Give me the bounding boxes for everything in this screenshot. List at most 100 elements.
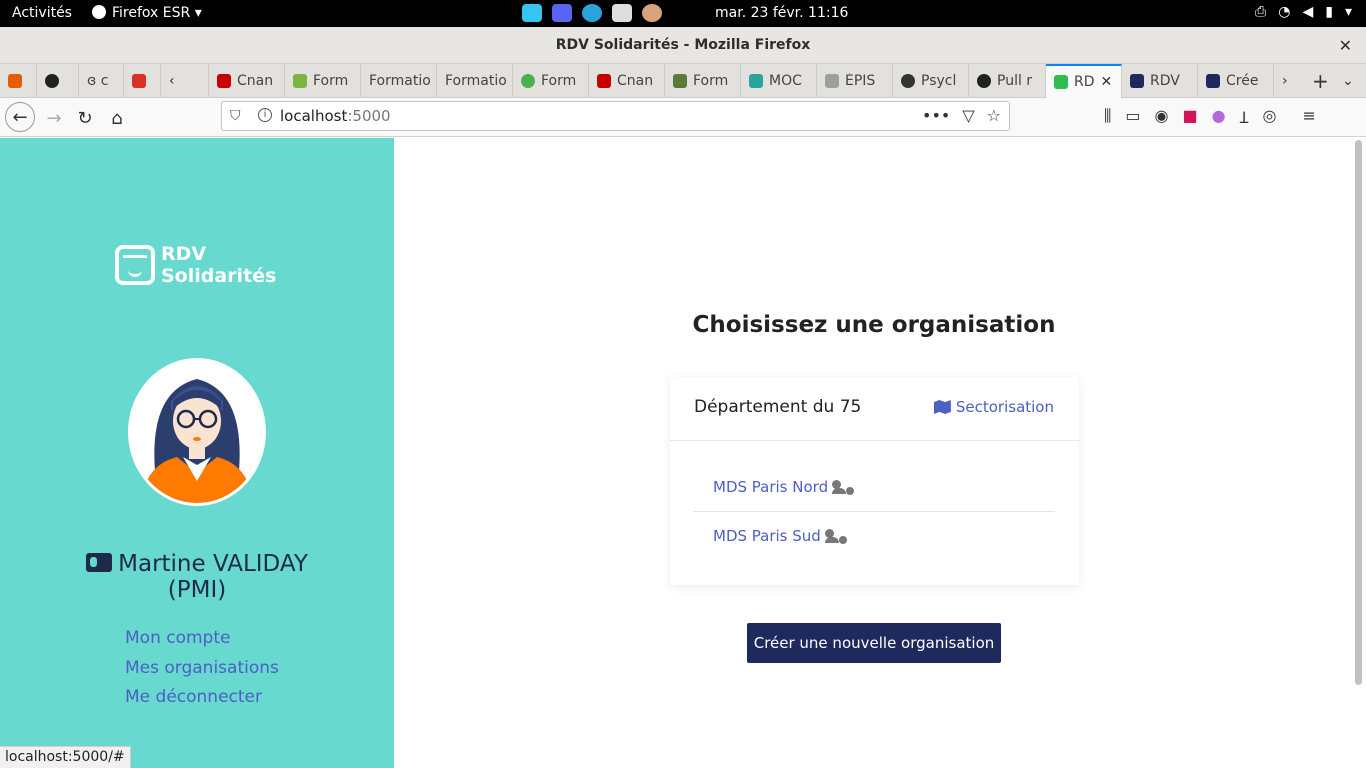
link-mon-compte[interactable]: Mon compte [125,624,279,654]
tray-app-icon[interactable] [612,4,632,22]
home-icon: ⌂ [111,107,123,129]
tab-label: RD [1074,74,1095,90]
account-icon[interactable]: ◉ [1155,106,1169,128]
reload-button[interactable]: ↻ [71,104,99,132]
tray-app2-icon[interactable] [642,4,662,22]
clock[interactable]: mar. 23 févr. 11:16 [715,5,848,21]
card-header: Département du 75 Sectorisation [670,377,1079,441]
tab[interactable]: Crée [1198,64,1274,98]
department-name: Département du 75 [694,397,862,417]
tab[interactable]: Cnan [209,64,285,98]
tab-favicon-icon [1206,74,1220,88]
tab[interactable] [124,64,161,98]
shield-icon[interactable]: ⛉ [230,108,241,124]
extension-icon[interactable]: ■ [1182,106,1197,128]
tab[interactable] [0,64,37,98]
logo-line-2: Solidarités [161,265,277,287]
toolbar-extensions: ⫼ ▭ ◉ ■ ● Ʇ ◎ ≡ [1104,106,1316,128]
menu-icon[interactable]: ≡ [1302,106,1315,128]
forward-button[interactable]: → [40,104,68,132]
slack-icon[interactable] [522,4,542,22]
link-mes-organisations[interactable]: Mes organisations [125,654,279,684]
tab-label: RDV [1150,73,1180,89]
tab[interactable]: ÉPIS [817,64,893,98]
home-button[interactable]: ⌂ [103,104,131,132]
app-logo[interactable]: RDV Solidarités [115,243,276,287]
github-icon [977,74,991,88]
list-all-tabs-button[interactable]: ⌄ [1334,64,1366,98]
user-name-text: Martine VALIDAY [118,551,308,577]
tab-label: Pull r [997,73,1033,89]
tab[interactable]: Formatio [361,64,437,98]
close-tab-icon[interactable]: ✕ [1101,74,1113,90]
battery-icon: ▮ [1325,4,1333,20]
tab-scroll-right[interactable]: › [1274,64,1304,98]
tab[interactable]: Form [513,64,589,98]
list-item[interactable]: MDS Paris Sud [693,512,1055,561]
tab-label: Form [541,73,577,89]
library-icon[interactable]: ⫼ [1104,106,1111,128]
color-extension-icon[interactable]: ● [1212,106,1226,128]
tab[interactable]: Form [285,64,361,98]
page-content: RDV Solidarités Martine VALIDAY (PMI) Mo… [0,138,1366,768]
chevron-left-icon: ‹ [169,73,175,89]
link-me-deconnecter[interactable]: Me déconnecter [125,683,279,713]
sectorisation-link[interactable]: Sectorisation [933,398,1054,416]
tab-active[interactable]: RD ✕ [1046,64,1122,98]
sidebar-icon[interactable]: ▭ [1125,106,1140,128]
tab-label: Form [313,73,349,89]
user-cog-icon [832,480,855,495]
tab-scroll-left[interactable]: ‹ [161,64,209,98]
tab-favicon-icon [293,74,307,88]
new-tab-button[interactable]: + [1304,64,1334,98]
list-item[interactable]: MDS Paris Nord [693,463,1055,512]
window-close-button[interactable]: ✕ [1339,27,1352,64]
page-actions-icon[interactable]: ••• [922,106,950,125]
system-menu-icon: ▾ [1344,4,1352,20]
tab-label: Cnan [237,73,274,89]
tab[interactable]: Form [665,64,741,98]
tray-icons [522,4,662,22]
map-icon [933,400,951,414]
tab[interactable]: ɞ c [79,64,124,98]
tab-label: MOC [769,73,802,89]
cnam-icon [597,74,611,88]
arrow-right-icon: → [46,107,62,129]
nav-toolbar: ← → ↻ ⌂ ⛉ i localhost:5000 ••• ▽ ☆ ⫼ ▭ ◉… [0,98,1366,137]
tab[interactable]: RDV [1122,64,1198,98]
tab[interactable] [37,64,79,98]
activities-button[interactable]: Activités [12,5,72,21]
tab-favicon-icon [8,74,22,88]
telegram-icon[interactable] [582,4,602,22]
system-indicators[interactable]: ⎙ ◔ ◀ ▮ ▾ [1255,4,1352,20]
page-scrollbar[interactable] [1355,140,1362,685]
chevron-down-icon: ⌄ [1342,73,1354,89]
organisation-link[interactable]: MDS Paris Nord [713,478,828,496]
url-port: :5000 [347,107,391,125]
plus-icon: + [1312,69,1329,93]
bookmark-star-icon[interactable]: ☆ [987,106,1001,125]
tab-label: Formatio [445,73,507,89]
pocket-icon[interactable]: ▽ [962,106,974,125]
status-bar-url: localhost:5000/# [0,746,131,768]
info-icon[interactable]: i [258,108,272,122]
back-button[interactable]: ← [5,102,35,132]
url-text[interactable]: localhost:5000 [280,107,391,125]
tab-favicon-icon [825,74,839,88]
gmail-icon [132,74,146,88]
eye-icon[interactable]: ◎ [1262,106,1276,128]
app-menu[interactable]: Firefox ESR ▾ [92,5,202,21]
tab[interactable]: Pull r [969,64,1046,98]
tab[interactable]: MOC [741,64,817,98]
arrow-left-icon: ← [12,106,28,128]
tab[interactable]: Cnan [589,64,665,98]
tab-label: Psycl [921,73,957,89]
create-organisation-button[interactable]: Créer une nouvelle organisation [747,623,1001,663]
discord-icon[interactable] [552,4,572,22]
tab-strip: ɞ c ‹ Cnan Form Formatio Formatio Form C… [0,64,1366,98]
tab[interactable]: Psycl [893,64,969,98]
url-bar[interactable]: ⛉ i localhost:5000 ••• ▽ ☆ [221,101,1010,131]
languagetool-icon[interactable]: Ʇ [1240,106,1249,128]
organisation-link[interactable]: MDS Paris Sud [713,527,821,545]
tab[interactable]: Formatio [437,64,513,98]
